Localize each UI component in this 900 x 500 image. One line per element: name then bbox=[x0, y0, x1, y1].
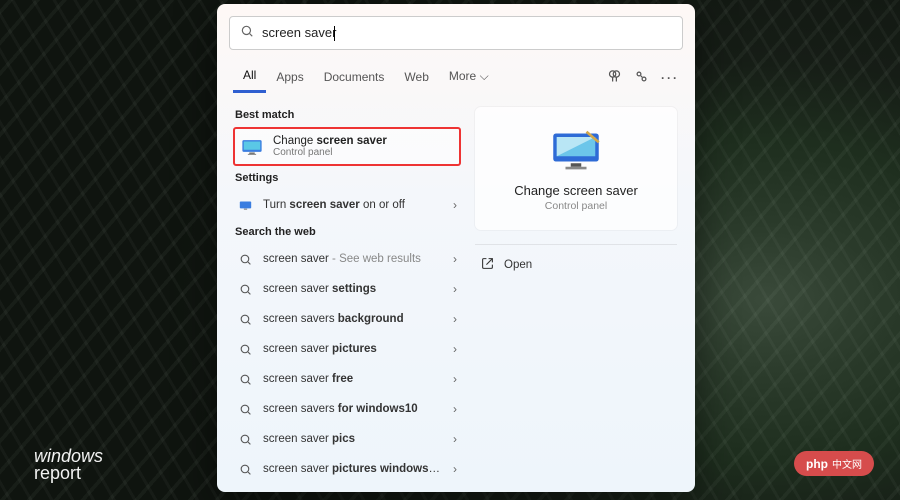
best-match-title: Change screen saver bbox=[273, 135, 387, 147]
web-result[interactable]: screen savers background › bbox=[233, 304, 461, 334]
section-search-web: Search the web bbox=[235, 226, 461, 238]
result-text: screen savers for windows10 bbox=[263, 403, 443, 415]
web-result[interactable]: screen saver pics › bbox=[233, 424, 461, 454]
result-text: screen saver free bbox=[263, 373, 443, 385]
chevron-down-icon: ⌵ bbox=[480, 69, 489, 83]
text-cursor bbox=[334, 26, 335, 41]
best-match-result[interactable]: Change screen saver Control panel bbox=[233, 127, 461, 166]
chevron-right-icon: › bbox=[453, 282, 457, 296]
result-text: screen saver - See web results bbox=[263, 253, 443, 265]
web-result[interactable]: screen saver pictures windows 10 › bbox=[233, 454, 461, 484]
web-result[interactable]: screen saver pictures › bbox=[233, 334, 461, 364]
result-text: Turn screen saver on or off bbox=[263, 199, 443, 211]
tab-more[interactable]: More ⌵ bbox=[439, 63, 499, 92]
search-icon bbox=[237, 313, 253, 326]
preview-column: Change screen saver Control panel Open bbox=[465, 99, 683, 484]
chevron-right-icon: › bbox=[453, 252, 457, 266]
search-input[interactable]: screen saver bbox=[262, 25, 672, 41]
search-icon bbox=[237, 253, 253, 266]
web-result[interactable]: screen saver settings › bbox=[233, 274, 461, 304]
php-watermark: php中文网 bbox=[794, 451, 874, 476]
result-text: screen saver settings bbox=[263, 283, 443, 295]
open-label: Open bbox=[504, 259, 532, 271]
search-icon bbox=[237, 343, 253, 356]
web-result[interactable]: screen savers for windows10 › bbox=[233, 394, 461, 424]
tab-apps[interactable]: Apps bbox=[266, 64, 313, 92]
section-best-match: Best match bbox=[235, 109, 461, 121]
start-search-panel: screen saver All Apps Documents Web More… bbox=[217, 4, 695, 492]
settings-result[interactable]: Turn screen saver on or off › bbox=[233, 190, 461, 220]
tab-documents[interactable]: Documents bbox=[314, 64, 395, 92]
options-icon[interactable] bbox=[634, 69, 649, 87]
divider bbox=[475, 244, 677, 245]
search-icon bbox=[240, 24, 254, 43]
best-match-subtitle: Control panel bbox=[273, 147, 387, 158]
chevron-right-icon: › bbox=[453, 462, 457, 476]
chevron-right-icon: › bbox=[453, 402, 457, 416]
results-column: Best match Change screen saver Control p… bbox=[229, 99, 465, 484]
rewards-icon[interactable] bbox=[607, 69, 622, 87]
preview-card: Change screen saver Control panel bbox=[475, 107, 677, 230]
search-icon bbox=[237, 403, 253, 416]
search-input-text: screen saver bbox=[262, 25, 336, 40]
windowsreport-watermark: windowsreport bbox=[34, 448, 103, 482]
search-box[interactable]: screen saver bbox=[229, 16, 683, 50]
tab-web[interactable]: Web bbox=[394, 64, 438, 92]
result-text: screen saver pictures windows 10 bbox=[263, 463, 443, 475]
search-icon bbox=[237, 433, 253, 446]
chevron-right-icon: › bbox=[453, 342, 457, 356]
web-result[interactable]: screen saver free › bbox=[233, 364, 461, 394]
search-icon bbox=[237, 463, 253, 476]
open-icon bbox=[481, 257, 494, 273]
result-text: screen saver pics bbox=[263, 433, 443, 445]
chevron-right-icon: › bbox=[453, 432, 457, 446]
section-settings: Settings bbox=[235, 172, 461, 184]
more-icon[interactable]: ··· bbox=[661, 71, 679, 85]
result-text: screen saver pictures bbox=[263, 343, 443, 355]
search-tabs: All Apps Documents Web More ⌵ ··· bbox=[229, 62, 683, 93]
open-button[interactable]: Open bbox=[475, 253, 677, 277]
monitor-icon bbox=[241, 138, 263, 156]
preview-title: Change screen saver bbox=[514, 183, 638, 198]
monitor-icon bbox=[237, 199, 253, 212]
search-icon bbox=[237, 373, 253, 386]
web-result[interactable]: screen saver - See web results › bbox=[233, 244, 461, 274]
chevron-right-icon: › bbox=[453, 198, 457, 212]
search-icon bbox=[237, 283, 253, 296]
monitor-icon bbox=[548, 129, 604, 173]
result-text: screen savers background bbox=[263, 313, 443, 325]
tab-all[interactable]: All bbox=[233, 62, 266, 93]
chevron-right-icon: › bbox=[453, 312, 457, 326]
chevron-right-icon: › bbox=[453, 372, 457, 386]
preview-subtitle: Control panel bbox=[545, 200, 607, 212]
